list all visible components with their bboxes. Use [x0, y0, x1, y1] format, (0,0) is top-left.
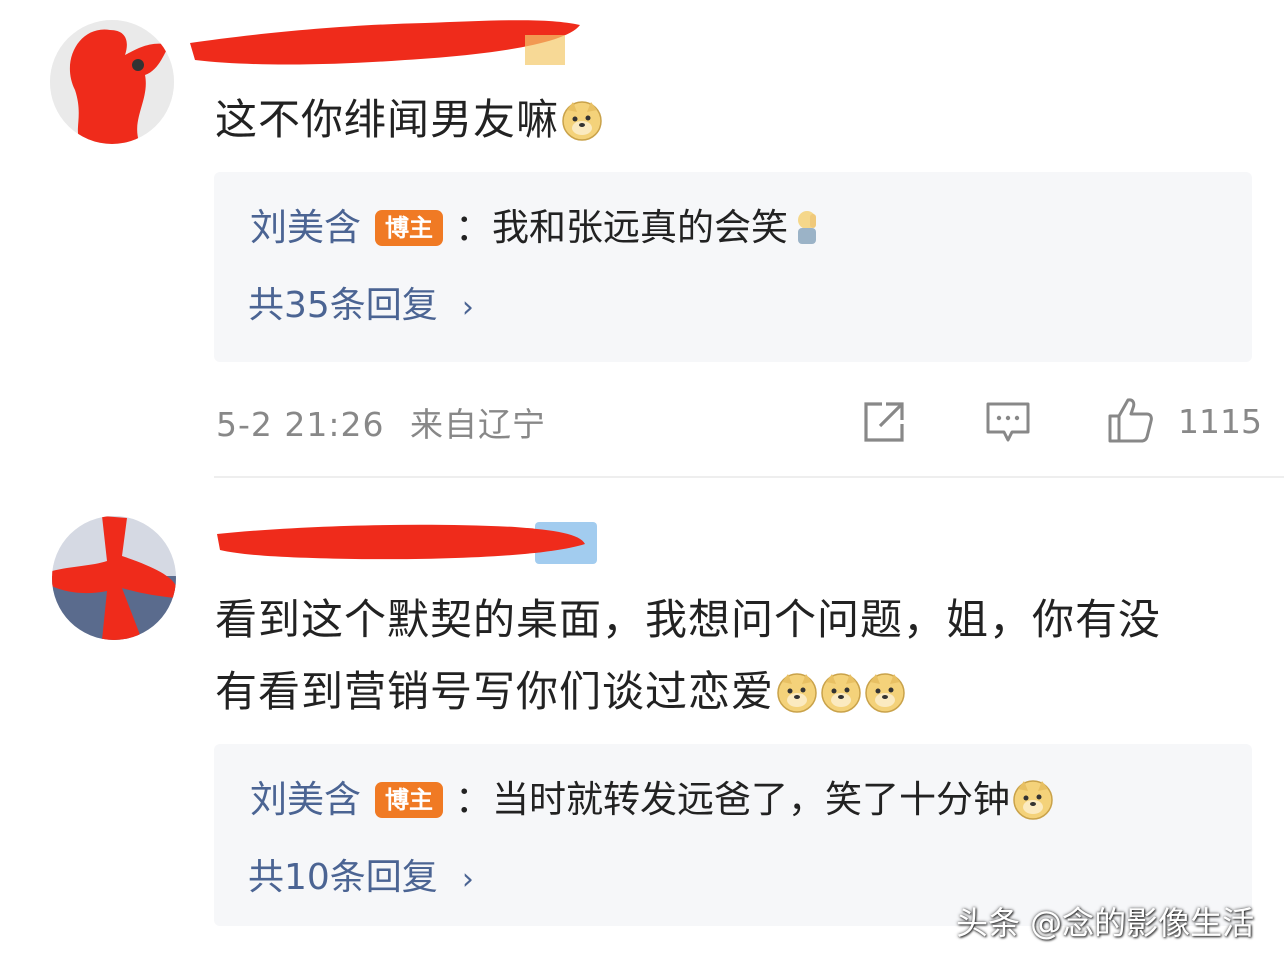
reply-count-label: 共35条回复 — [248, 285, 438, 326]
doge-emoji-icon — [820, 672, 862, 714]
facepalm-emoji-icon — [790, 208, 824, 248]
reply-count-label: 共10条回复 — [248, 857, 438, 898]
like-count: 1115 — [1178, 402, 1262, 441]
chevron-right-icon: › — [461, 290, 474, 325]
reply-count-link[interactable]: 共10条回复 › — [248, 850, 474, 908]
reply-line: 刘美含 博主 ：当时就转发远爸了，笑了十分钟 — [250, 772, 1054, 828]
watermark: 头条 @念的影像生活 — [956, 904, 1255, 942]
doge-emoji-icon — [1012, 779, 1054, 821]
share-icon[interactable] — [860, 398, 908, 446]
reply-text: 当时就转发远爸了，笑了十分钟 — [492, 778, 1010, 821]
reply-author-link[interactable]: 刘美含 — [250, 200, 361, 256]
author-badge: 博主 — [375, 782, 443, 818]
avatar[interactable] — [50, 20, 174, 144]
author-badge: 博主 — [375, 210, 443, 246]
comment-text: 这不你绯闻男友嘛 — [215, 84, 603, 156]
chevron-right-icon: › — [461, 862, 474, 897]
doge-emoji-icon — [864, 672, 906, 714]
like-icon[interactable] — [1106, 396, 1154, 444]
comment-text-line2: 有看到营销号写你们谈过恋爱 — [215, 656, 1161, 728]
divider — [214, 476, 1284, 478]
comment-meta: 5-2 21:26 来自辽宁 — [216, 398, 546, 446]
comment-text-line1: 看到这个默契的桌面，我想问个问题，姐，你有没 — [215, 595, 1162, 644]
comment-text: 看到这个默契的桌面，我想问个问题，姐，你有没 有看到营销号写你们谈过恋爱 — [215, 584, 1161, 728]
comment-time: 5-2 21:26 — [216, 405, 385, 444]
doge-emoji-icon — [561, 100, 603, 142]
redacted-username — [185, 5, 585, 75]
reply-separator: ： — [455, 206, 492, 249]
reply-text: 我和张远真的会笑 — [492, 206, 788, 249]
reply-count-link[interactable]: 共35条回复 › — [248, 278, 474, 336]
redacted-username — [215, 512, 600, 572]
doge-emoji-icon — [776, 672, 818, 714]
reply-author-link[interactable]: 刘美含 — [250, 772, 361, 828]
comment-icon[interactable] — [984, 398, 1032, 446]
comment-location: 来自辽宁 — [410, 405, 546, 444]
reply-separator: ： — [455, 778, 492, 821]
reply-line: 刘美含 博主 ：我和张远真的会笑 — [250, 200, 824, 256]
avatar[interactable] — [52, 516, 176, 640]
